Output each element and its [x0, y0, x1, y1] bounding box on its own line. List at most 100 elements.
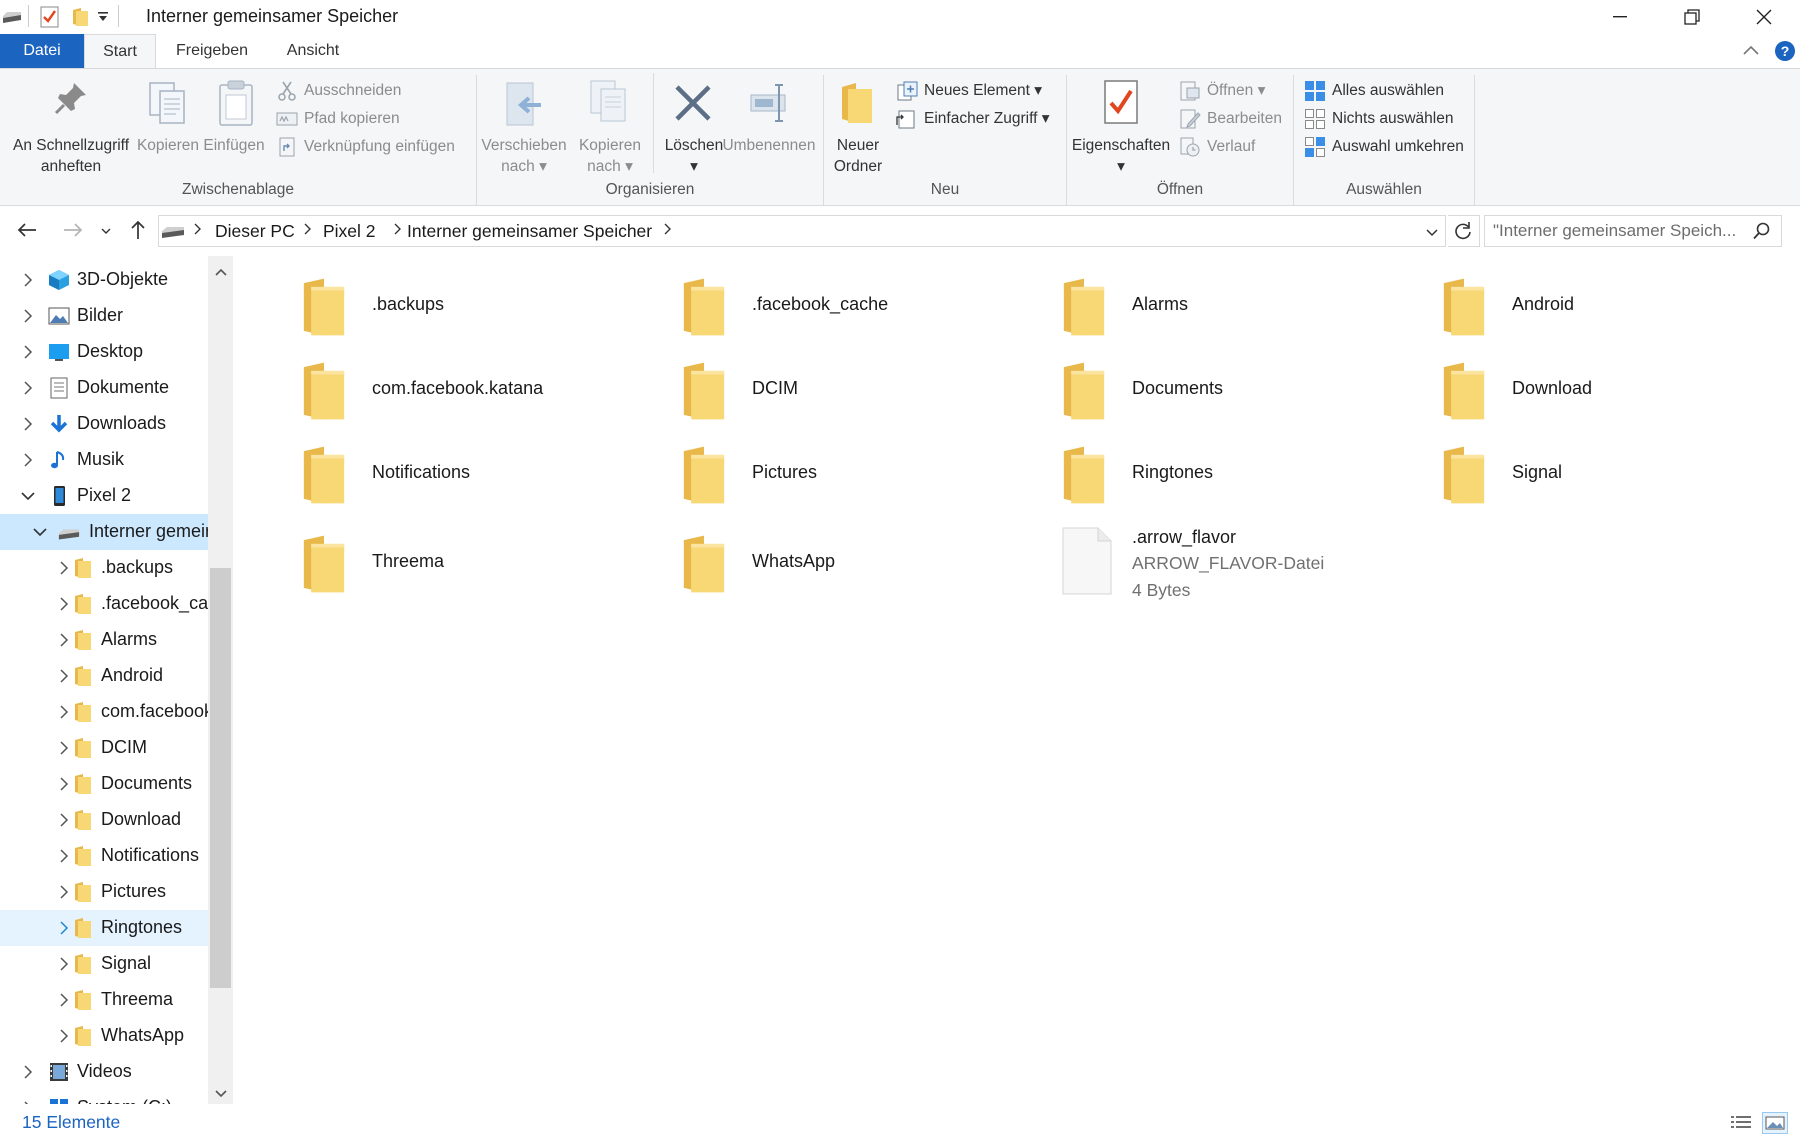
paste-button[interactable]: Einfügen — [202, 75, 266, 179]
expanded-chevron-icon[interactable] — [20, 488, 36, 504]
recent-locations-chevron-icon[interactable] — [100, 224, 112, 242]
help-icon[interactable]: ? — [1774, 40, 1796, 67]
file-list[interactable]: .backups .facebook_cache Alarms Android com.… — [233, 256, 1800, 1104]
nav-item[interactable]: DCIM — [0, 730, 208, 766]
collapsed-chevron-icon[interactable] — [56, 776, 72, 792]
large-icons-view-button[interactable] — [1762, 1112, 1788, 1134]
nav-item[interactable]: .facebook_cache — [0, 586, 233, 622]
nav-item[interactable]: Alarms — [0, 622, 208, 658]
properties-button[interactable]: Eigenschaften ▾ — [1071, 75, 1171, 179]
nav-item[interactable]: .backups — [0, 550, 208, 586]
folder-item[interactable]: .facebook_cache — [640, 270, 1000, 346]
collapsed-chevron-icon[interactable] — [20, 272, 36, 288]
back-arrow-icon[interactable] — [16, 221, 38, 244]
breadcrumb-pixel-2[interactable]: Pixel 2 — [323, 221, 376, 242]
nav-item[interactable]: Videos — [0, 1054, 208, 1090]
nav-item[interactable]: 3D-Objekte — [0, 262, 208, 298]
collapsed-chevron-icon[interactable] — [56, 848, 72, 864]
collapsed-chevron-icon[interactable] — [56, 1028, 72, 1044]
breadcrumb-chevron-icon[interactable] — [193, 222, 203, 239]
collapsed-chevron-icon[interactable] — [56, 812, 72, 828]
folder-item[interactable]: Threema — [260, 527, 620, 603]
tab-start[interactable]: Start — [84, 34, 156, 69]
address-bar[interactable]: Dieser PC Pixel 2 Interner gemeinsamer S… — [158, 215, 1446, 247]
collapsed-chevron-icon[interactable] — [20, 1064, 36, 1080]
collapsed-chevron-icon[interactable] — [56, 668, 72, 684]
breadcrumb-chevron-icon[interactable] — [393, 222, 403, 239]
address-history-chevron-icon[interactable] — [1425, 226, 1439, 244]
search-input[interactable] — [1493, 220, 1743, 242]
collapsed-chevron-icon[interactable] — [20, 416, 36, 432]
rename-button[interactable]: Umbenennen — [715, 75, 823, 179]
tab-file[interactable]: Datei — [0, 34, 84, 68]
folder-item[interactable]: Android — [1400, 270, 1760, 346]
nav-item[interactable]: Downloads — [0, 406, 208, 442]
nav-item[interactable]: Notifications — [0, 838, 208, 874]
up-arrow-icon[interactable] — [128, 219, 148, 246]
collapsed-chevron-icon[interactable] — [20, 344, 36, 360]
collapsed-chevron-icon[interactable] — [56, 956, 72, 972]
breadcrumb-chevron-icon[interactable] — [663, 222, 673, 239]
properties-quick-icon[interactable] — [40, 6, 60, 33]
nav-item[interactable]: Documents — [0, 766, 208, 802]
nav-item[interactable]: Musik — [0, 442, 208, 478]
scroll-down-arrow-icon[interactable] — [214, 1086, 228, 1104]
collapsed-chevron-icon[interactable] — [56, 596, 72, 612]
new-folder-button[interactable]: Neuer Ordner — [826, 75, 890, 179]
search-box[interactable] — [1484, 215, 1782, 247]
collapse-ribbon-icon[interactable] — [1742, 43, 1760, 62]
nav-item[interactable]: System (C:) — [0, 1090, 208, 1104]
collapsed-chevron-icon[interactable] — [20, 380, 36, 396]
collapsed-chevron-icon[interactable] — [56, 920, 72, 936]
nav-item[interactable]: Desktop — [0, 334, 208, 370]
collapsed-chevron-icon[interactable] — [56, 884, 72, 900]
nav-item[interactable]: Ringtones — [0, 910, 208, 946]
file-item[interactable]: .arrow_flavor ARROW_FLAVOR-Datei 4 Bytes — [1020, 527, 1380, 617]
breadcrumb-chevron-icon[interactable] — [303, 222, 313, 239]
expanded-chevron-icon[interactable] — [32, 524, 48, 540]
nav-item[interactable]: WhatsApp — [0, 1018, 208, 1054]
folder-item[interactable]: Notifications — [260, 438, 620, 514]
collapsed-chevron-icon[interactable] — [56, 704, 72, 720]
search-icon[interactable] — [1753, 222, 1771, 245]
tab-view[interactable]: Ansicht — [270, 34, 356, 68]
nav-item[interactable]: Signal — [0, 946, 208, 982]
collapsed-chevron-icon[interactable] — [56, 740, 72, 756]
details-view-icon[interactable] — [1730, 1114, 1752, 1137]
collapsed-chevron-icon[interactable] — [20, 452, 36, 468]
breadcrumb-this-pc[interactable]: Dieser PC — [215, 221, 295, 242]
restore-button[interactable] — [1656, 0, 1728, 34]
folder-item[interactable]: com.facebook.katana — [260, 354, 620, 430]
nav-item[interactable]: Dokumente — [0, 370, 208, 406]
customize-quick-access-icon[interactable] — [96, 8, 110, 29]
folder-item[interactable]: Pictures — [640, 438, 1000, 514]
pin-quick-access-button[interactable]: An Schnellzugriff anheften — [4, 75, 138, 179]
folder-item[interactable]: Download — [1400, 354, 1760, 430]
folder-item[interactable]: WhatsApp — [640, 527, 1000, 603]
nav-item[interactable]: Threema — [0, 982, 208, 1018]
collapsed-chevron-icon[interactable] — [56, 632, 72, 648]
new-folder-quick-icon[interactable] — [72, 7, 90, 32]
forward-arrow-icon[interactable] — [62, 221, 84, 244]
folder-item[interactable]: Documents — [1020, 354, 1380, 430]
nav-item[interactable]: Interner gemeinsamer Speicher — [0, 514, 233, 550]
minimize-button[interactable] — [1584, 0, 1656, 34]
collapsed-chevron-icon[interactable] — [56, 560, 72, 576]
nav-item[interactable]: Bilder — [0, 298, 208, 334]
folder-item[interactable]: .backups — [260, 270, 620, 346]
nav-item[interactable]: com.facebook.katana — [0, 694, 233, 730]
copy-to-button[interactable]: Kopieren nach ▾ — [569, 75, 651, 179]
folder-item[interactable]: DCIM — [640, 354, 1000, 430]
nav-scrollbar-thumb[interactable] — [210, 568, 231, 988]
folder-item[interactable]: Alarms — [1020, 270, 1380, 346]
scroll-up-arrow-icon[interactable] — [214, 264, 228, 282]
move-to-button[interactable]: Verschieben nach ▾ — [479, 75, 569, 179]
refresh-button[interactable] — [1448, 215, 1480, 247]
folder-item[interactable]: Signal — [1400, 438, 1760, 514]
nav-item[interactable]: Download — [0, 802, 208, 838]
nav-item[interactable]: Android — [0, 658, 208, 694]
breadcrumb-internal-storage[interactable]: Interner gemeinsamer Speicher — [407, 221, 652, 242]
nav-item[interactable]: Pictures — [0, 874, 208, 910]
collapsed-chevron-icon[interactable] — [56, 992, 72, 1008]
collapsed-chevron-icon[interactable] — [20, 308, 36, 324]
